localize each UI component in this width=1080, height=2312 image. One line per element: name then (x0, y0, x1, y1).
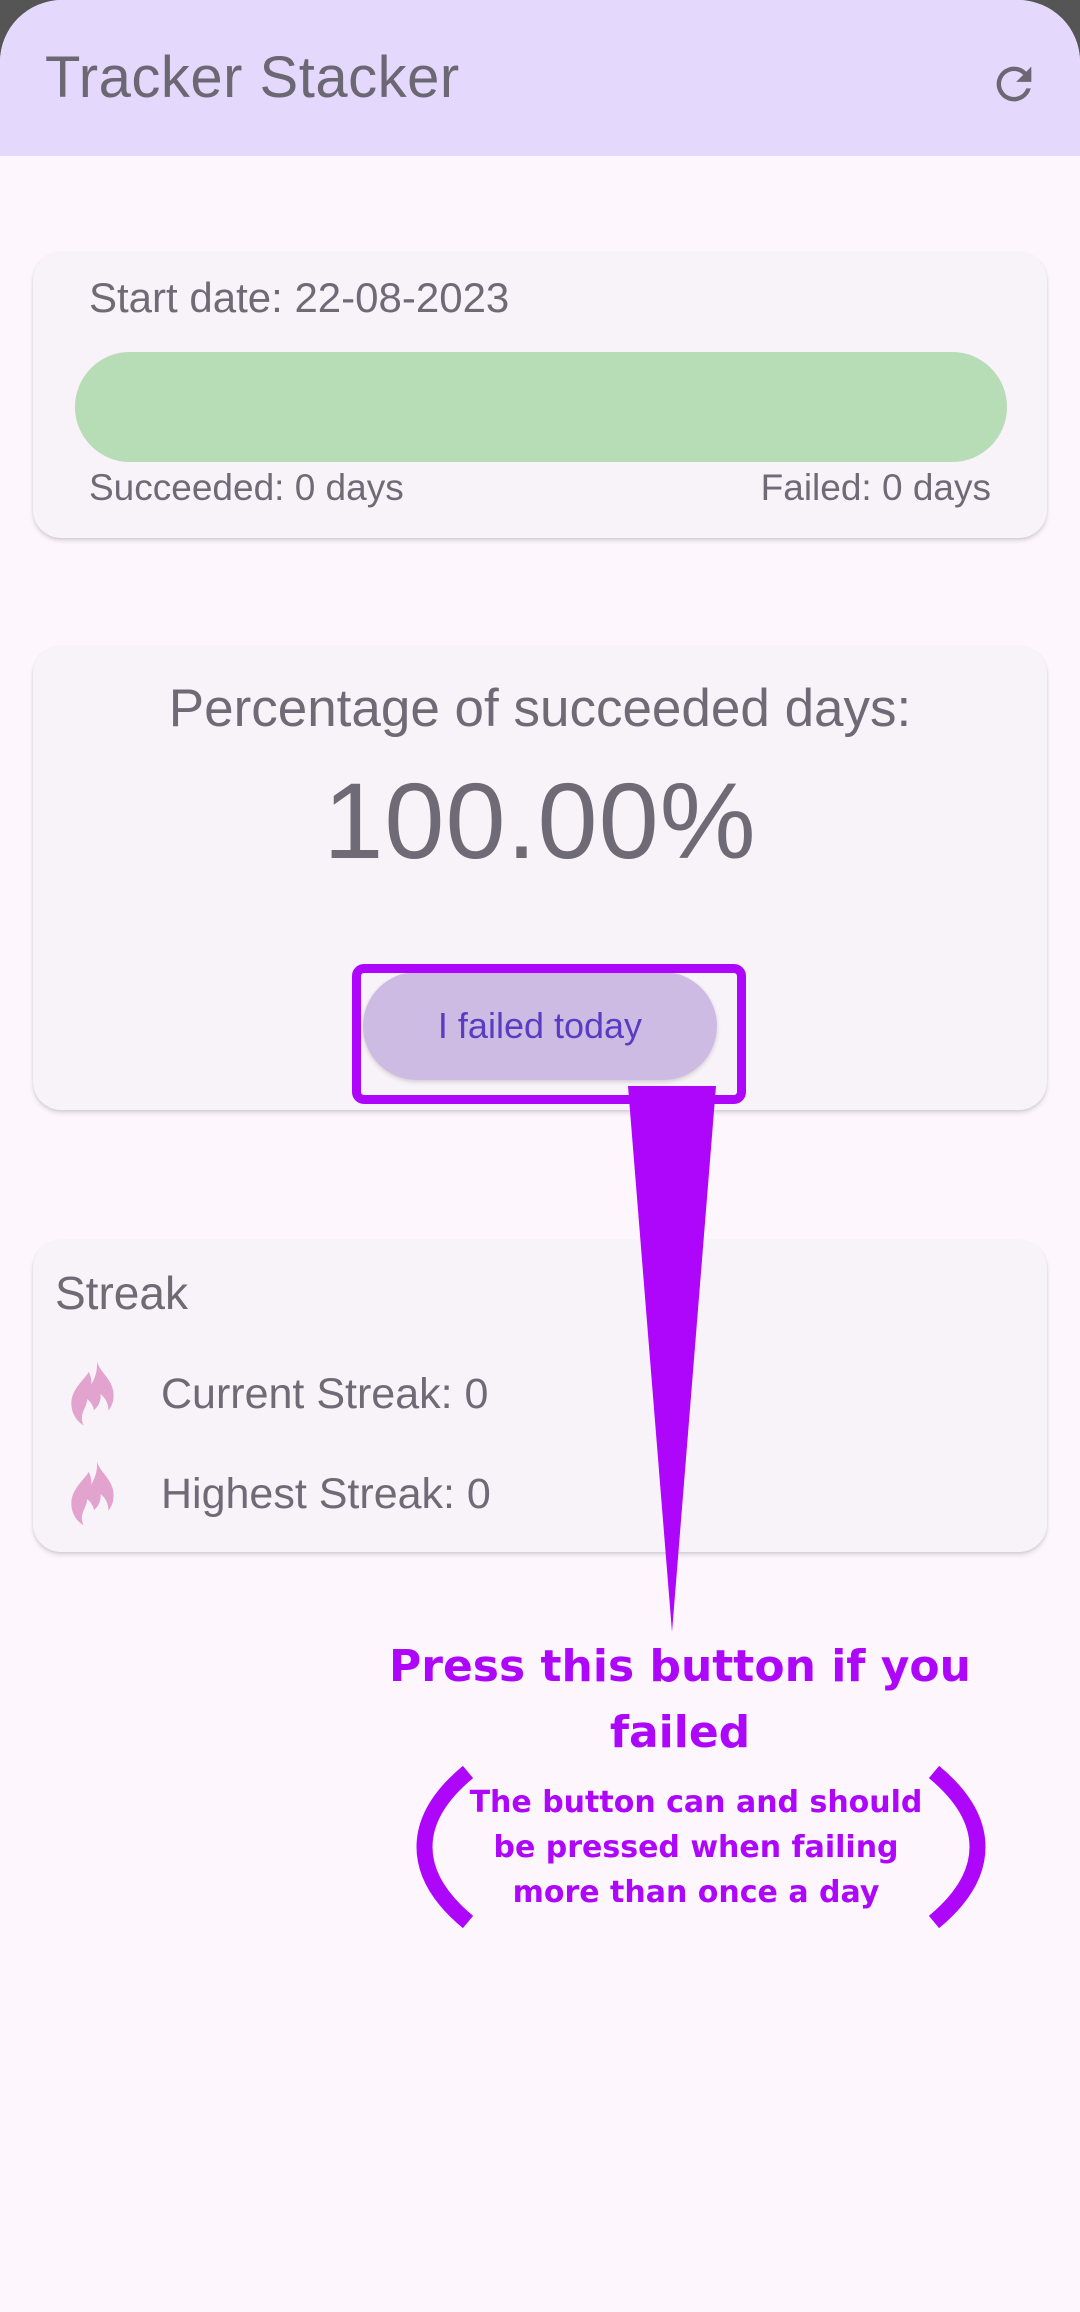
callout-main-text: Press this button if you failed (389, 1641, 971, 1758)
succeeded-days: Succeeded: 0 days (89, 467, 404, 508)
failed-days: Failed: 0 days (760, 467, 991, 508)
fire-icon (71, 1361, 114, 1426)
percentage-heading: Percentage of succeeded days: (168, 679, 912, 738)
callout-note-text: The button can and should be pressed whe… (469, 1785, 923, 1910)
app-bar: Tracker Stacker (0, 0, 1080, 156)
fire-icon (71, 1461, 114, 1526)
app-screen: Tracker Stacker Start date: 22-08-2023 S… (0, 0, 1080, 2312)
app-title: Tracker Stacker (45, 45, 460, 110)
refresh-button[interactable] (980, 50, 1048, 118)
streak-title: Streak (55, 1267, 188, 1319)
start-date: Start date: 22-08-2023 (89, 274, 510, 321)
i-failed-today-button[interactable]: I failed today (363, 972, 717, 1080)
highest-streak-row: Highest Streak: 0 (69, 1454, 491, 1534)
current-streak-row: Current Streak: 0 (69, 1354, 488, 1434)
highest-streak: Highest Streak: 0 (161, 1469, 491, 1518)
success-progress-bar (75, 352, 1007, 462)
streak-card: Streak Current Streak: 0 Highest Streak:… (33, 1240, 1047, 1552)
success-progress-fill (75, 352, 1007, 462)
percentage-value: 100.00% (323, 760, 757, 881)
percentage-card: Percentage of succeeded days: 100.00% I … (33, 646, 1047, 1110)
progress-card: Start date: 22-08-2023 Succeeded: 0 days… (33, 252, 1047, 538)
refresh-icon (996, 66, 1032, 102)
current-streak: Current Streak: 0 (161, 1369, 489, 1418)
